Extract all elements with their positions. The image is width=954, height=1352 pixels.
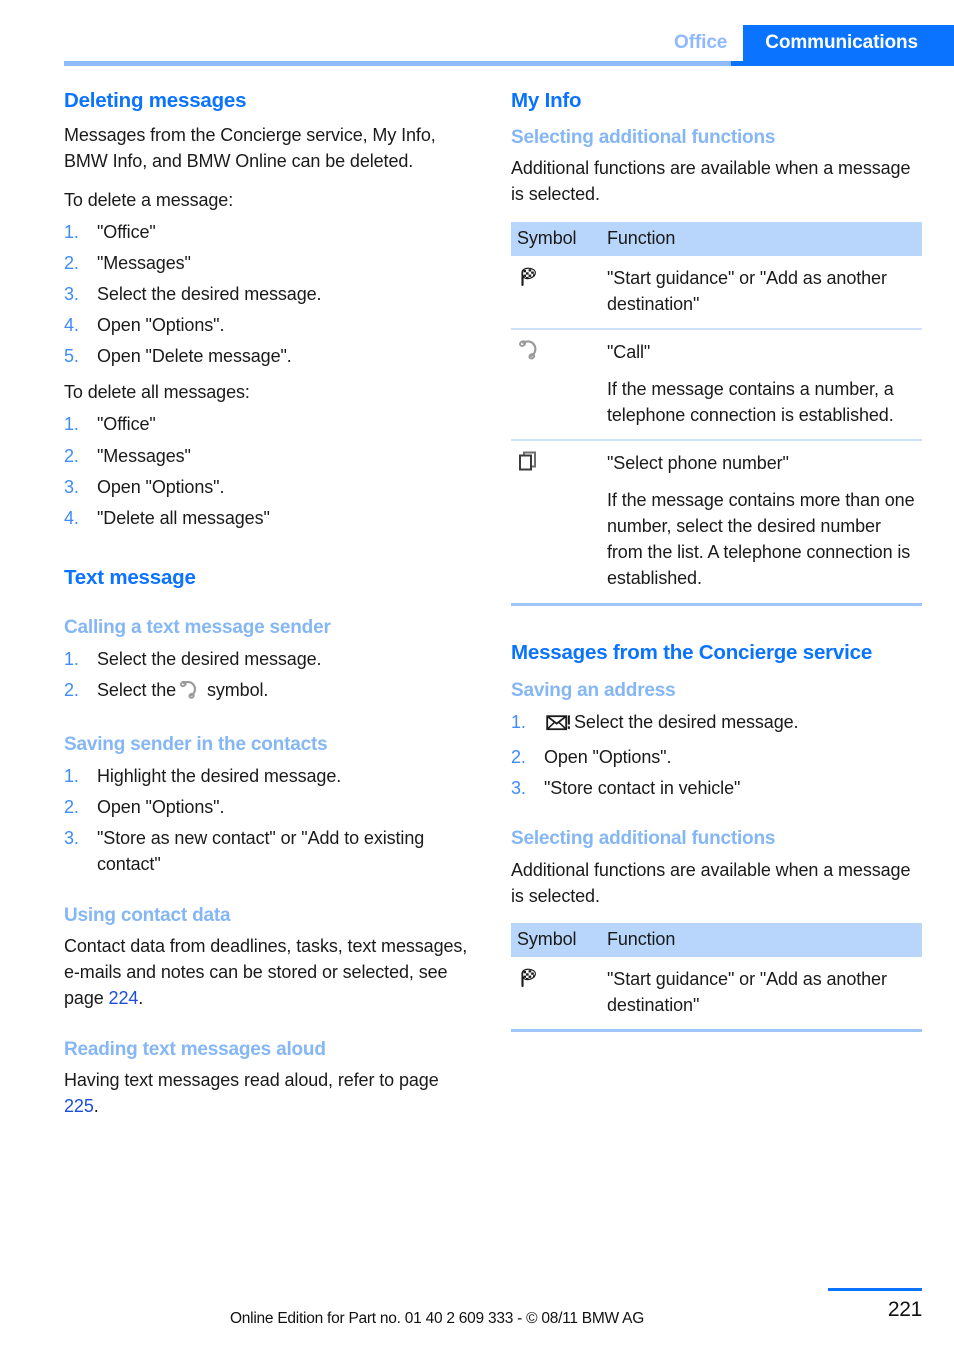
phone-handset-icon: [517, 339, 541, 368]
saving-sender-steps: Highlight the desired message. Open "Opt…: [64, 763, 475, 877]
column-header-function: Function: [601, 221, 922, 256]
text-after-ref: .: [93, 1096, 99, 1117]
function-cell: "Start guidance" or "Add as another dest…: [601, 255, 922, 330]
function-line: "Start guidance" or "Add as another dest…: [607, 969, 887, 1016]
list-item: Select the desired message.: [64, 281, 322, 307]
heading-saving-sender: Saving sender in the contacts: [64, 734, 328, 756]
table-row: "Start guidance" or "Add as another dest…: [511, 255, 922, 330]
list-item: Select the desired message.: [511, 709, 922, 739]
list-item: "Office": [64, 219, 156, 245]
function-line: "Select phone number": [607, 453, 789, 474]
table-row: "Call" If the message contains a number,…: [511, 328, 922, 442]
deleting-lead-all: To delete all messages:: [64, 382, 250, 403]
page-content: Deleting messages Messages from the Conc…: [64, 88, 922, 1133]
function-cell: "Start guidance" or "Add as another dest…: [601, 957, 922, 1033]
list-item: Open "Delete message".: [64, 343, 292, 369]
heading-using-contact-data: Using contact data: [64, 904, 231, 926]
heading-my-info: My Info: [511, 89, 582, 112]
list-item: "Delete all messages": [64, 505, 270, 531]
table-row: "Start guidance" or "Add as another dest…: [511, 957, 922, 1033]
page-header: Office Communications: [0, 0, 954, 66]
table-header-row: Symbol Function: [511, 221, 922, 256]
right-column: My Info Selecting additional functions A…: [511, 88, 922, 1133]
checkered-flag-icon: [517, 266, 539, 294]
heading-text-message: Text message: [64, 565, 196, 589]
deleting-steps-all: "Office" "Messages" Open "Options". "Del…: [64, 411, 475, 530]
heading-saving-an-address: Saving an address: [511, 680, 676, 702]
footer-edition-text: Online Edition for Part no. 01 40 2 609 …: [229, 1310, 644, 1327]
list-item: "Office": [64, 411, 156, 437]
symbol-cell: [511, 957, 601, 1033]
symbol-cell: [511, 328, 601, 442]
list-item: "Messages": [64, 250, 191, 276]
column-header-function: Function: [601, 923, 922, 958]
my-info-symbol-table: Symbol Function "Start guidance" or "Add…: [511, 221, 922, 606]
step-text-after: symbol.: [206, 680, 269, 701]
my-info-additional-intro: Additional functions are available when …: [511, 158, 911, 205]
function-line: "Start guidance" or "Add as another dest…: [607, 267, 887, 314]
function-cell: "Call" If the message contains a number,…: [601, 328, 922, 442]
concierge-additional-intro: Additional functions are available when …: [511, 859, 911, 906]
deleting-lead-single: To delete a message:: [64, 189, 234, 210]
heading-calling-sender: Calling a text message sender: [64, 617, 331, 639]
function-line: "Call": [607, 341, 651, 362]
list-item: Highlight the desired message.: [64, 763, 342, 789]
heading-concierge-messages: Messages from the Concierge service: [511, 640, 873, 664]
step-text: Select the desired message.: [574, 711, 799, 732]
list-item: "Messages": [64, 443, 191, 469]
function-cell: "Select phone number" If the message con…: [601, 440, 922, 606]
deleting-intro: Messages from the Concierge service, My …: [64, 124, 436, 171]
table-header-row: Symbol Function: [511, 923, 922, 958]
function-line: If the message contains a number, a tele…: [607, 378, 894, 425]
deleting-steps-single: "Office" "Messages" Select the desired m…: [64, 219, 475, 370]
page-reference-225[interactable]: 225: [64, 1096, 94, 1116]
text-after-ref: .: [138, 988, 144, 1009]
heading-concierge-additional-functions: Selecting additional functions: [511, 828, 776, 850]
symbol-cell: [511, 440, 601, 606]
header-rule-accent: [731, 61, 954, 66]
list-item: Select the desired message.: [64, 646, 322, 672]
concierge-symbol-table: Symbol Function "Start guidance" or "Add…: [511, 923, 922, 1033]
function-line: If the message contains more than one nu…: [607, 490, 915, 589]
column-header-symbol: Symbol: [511, 923, 601, 958]
page-number-block: 221: [828, 1288, 922, 1322]
list-item: "Store as new contact" or "Add to existi…: [64, 825, 425, 875]
page-reference-224[interactable]: 224: [109, 988, 139, 1008]
step-text-before: Select the: [97, 680, 177, 701]
saving-address-steps: Select the desired message. Open "Option…: [511, 709, 922, 801]
header-tabs: Office Communications: [664, 25, 954, 61]
list-item: Open "Options".: [64, 794, 225, 820]
page-number: 221: [887, 1298, 922, 1321]
tab-office[interactable]: Office: [664, 25, 744, 61]
list-item: Select the symbol.: [64, 677, 475, 707]
page-footer: Online Edition for Part no. 01 40 2 609 …: [0, 1288, 954, 1338]
list-item: "Store contact in vehicle": [511, 775, 741, 801]
using-contact-data-text: Contact data from deadlines, tasks, text…: [64, 933, 475, 1011]
phone-handset-icon: [178, 680, 200, 707]
heading-my-info-additional-functions: Selecting additional functions: [511, 126, 776, 148]
symbol-cell: [511, 255, 601, 330]
list-item: Open "Options".: [511, 744, 672, 770]
left-column: Deleting messages Messages from the Conc…: [64, 88, 475, 1133]
checkered-flag-icon: [517, 967, 539, 995]
calling-sender-steps: Select the desired message. Select the s…: [64, 646, 475, 707]
column-header-symbol: Symbol: [511, 221, 601, 256]
list-pages-icon: [517, 450, 539, 479]
heading-deleting-messages: Deleting messages: [64, 89, 247, 112]
list-item: Open "Options".: [64, 474, 225, 500]
table-row: "Select phone number" If the message con…: [511, 440, 922, 606]
heading-reading-aloud: Reading text messages aloud: [64, 1038, 326, 1060]
list-item: Open "Options".: [64, 312, 225, 338]
tab-communications[interactable]: Communications: [743, 25, 954, 61]
reading-aloud-text: Having text messages read aloud, refer t…: [64, 1067, 475, 1119]
envelope-alert-icon: [546, 712, 572, 739]
text-before-ref: Having text messages read aloud, refer t…: [64, 1070, 439, 1091]
